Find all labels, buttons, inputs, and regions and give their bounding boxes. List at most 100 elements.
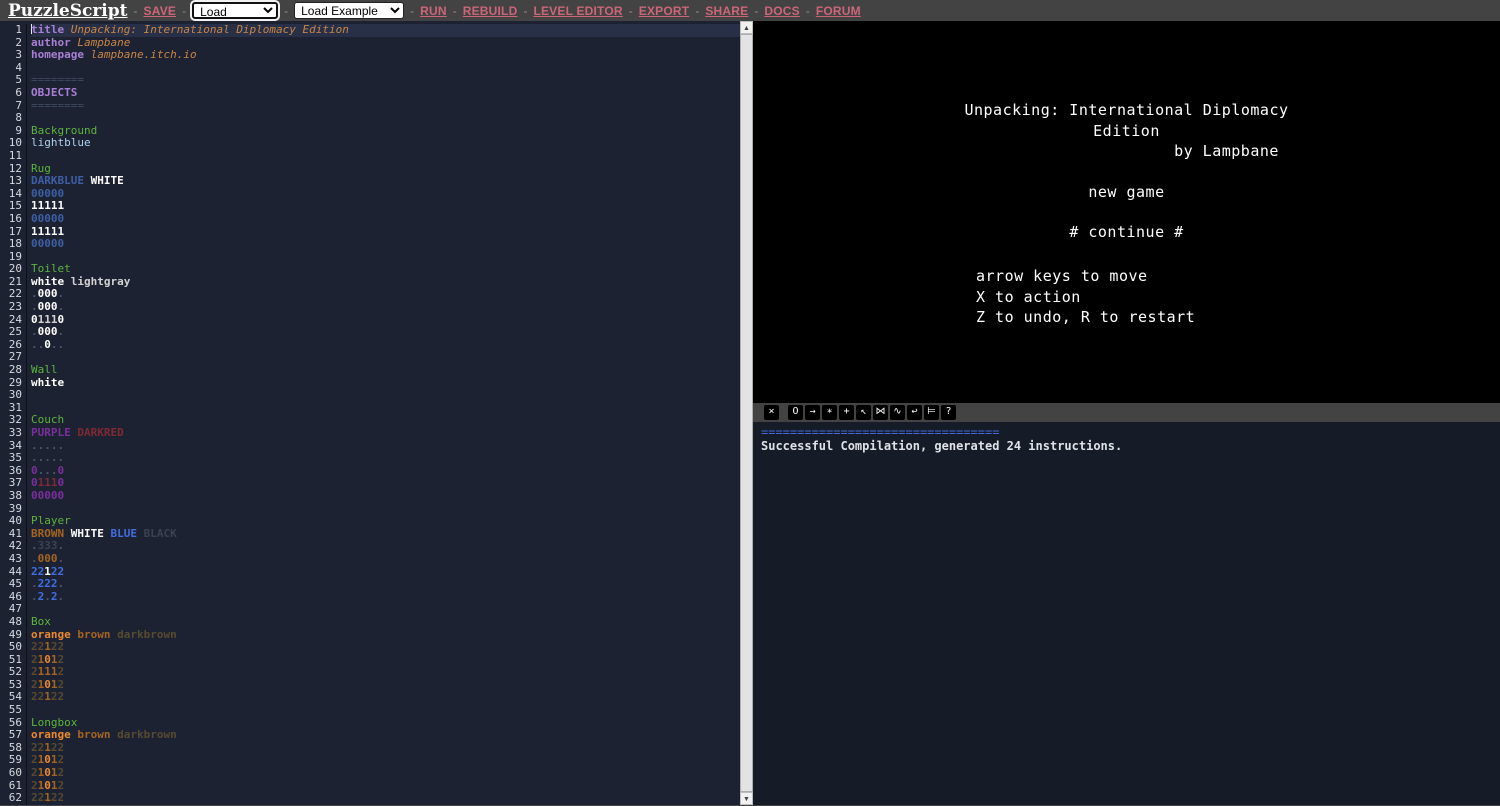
separator-dash: - — [629, 4, 633, 18]
code-line[interactable]: 00000 — [31, 490, 740, 503]
scroll-down-arrow-icon[interactable]: ▼ — [740, 792, 753, 805]
arrow-right-icon[interactable]: → — [805, 405, 820, 420]
code-line[interactable]: ..... — [31, 440, 740, 453]
code-line[interactable]: orange brown darkbrown — [31, 629, 740, 642]
code-line[interactable]: 21012 — [31, 754, 740, 767]
code-line[interactable] — [31, 351, 740, 364]
restart-icon[interactable]: ⊨ — [924, 405, 939, 420]
code-line[interactable]: white — [31, 377, 740, 390]
code-line[interactable]: 11111 — [31, 226, 740, 239]
code-line[interactable]: homepage lampbane.itch.io — [31, 49, 740, 62]
load-example-select[interactable]: Load Example — [294, 2, 404, 19]
code-line[interactable]: Couch — [31, 414, 740, 427]
menu-item-continue: # continue # — [753, 224, 1500, 240]
code-line[interactable] — [31, 704, 740, 717]
code-line[interactable]: Toilet — [31, 263, 740, 276]
scroll-up-arrow-icon[interactable]: ▲ — [740, 21, 753, 34]
code-line[interactable]: 22122 — [31, 792, 740, 805]
code-line[interactable]: 11111 — [31, 200, 740, 213]
save-button[interactable]: SAVE — [144, 4, 177, 18]
code-line[interactable]: 01110 — [31, 314, 740, 327]
code-line[interactable] — [31, 251, 740, 264]
undo-icon[interactable]: ↩ — [907, 405, 922, 420]
code-line[interactable]: 0...0 — [31, 465, 740, 478]
code-line[interactable]: .333. — [31, 540, 740, 553]
code-line[interactable]: orange brown darkbrown — [31, 729, 740, 742]
code-line[interactable]: Wall — [31, 364, 740, 377]
toolbar-link-rebuild[interactable]: REBUILD — [463, 4, 518, 18]
toolbar-link-export[interactable]: EXPORT — [639, 4, 690, 18]
code-line[interactable]: ======== — [31, 100, 740, 113]
code-line[interactable]: Background — [31, 125, 740, 138]
toolbar-link-docs[interactable]: DOCS — [764, 4, 799, 18]
toolbar-link-forum[interactable]: FORUM — [816, 4, 861, 18]
code-line[interactable]: 00000 — [31, 188, 740, 201]
code-line[interactable]: .222. — [31, 578, 740, 591]
code-line[interactable] — [31, 603, 740, 616]
puzzlescript-logo[interactable]: PuzzleScript — [8, 1, 128, 21]
code-line[interactable]: DARKBLUE WHITE — [31, 175, 740, 188]
code-line[interactable]: OBJECTS — [31, 87, 740, 100]
code-line[interactable]: 21012 — [31, 679, 740, 692]
code-line[interactable]: 00000 — [31, 213, 740, 226]
code-line[interactable]: 21012 — [31, 780, 740, 793]
help-icon[interactable]: ? — [941, 405, 956, 420]
code-line[interactable]: ======== — [31, 74, 740, 87]
code-line[interactable]: ..0.. — [31, 339, 740, 352]
line-number: 25 — [0, 326, 22, 339]
code-line[interactable] — [31, 150, 740, 163]
code-line[interactable]: PURPLE DARKRED — [31, 427, 740, 440]
help-line-move: arrow keys to move — [976, 266, 1195, 287]
code-line[interactable]: 22122 — [31, 641, 740, 654]
code-line[interactable]: 22122 — [31, 566, 740, 579]
code-line[interactable] — [31, 503, 740, 516]
code-line[interactable]: .000. — [31, 301, 740, 314]
code-line[interactable] — [31, 402, 740, 415]
code-line[interactable]: ..... — [31, 452, 740, 465]
code-line[interactable]: 21012 — [31, 767, 740, 780]
line-number: 40 — [0, 515, 22, 528]
code-line[interactable]: 21112 — [31, 666, 740, 679]
toolbar-link-share[interactable]: SHARE — [705, 4, 748, 18]
load-select[interactable]: Load — [192, 2, 278, 19]
wave-icon[interactable]: ∿ — [890, 405, 905, 420]
code-line[interactable]: .000. — [31, 326, 740, 339]
console-divider: ================================= — [761, 426, 1492, 439]
code-line[interactable]: Rug — [31, 163, 740, 176]
pointer-icon[interactable]: ↖ — [856, 405, 871, 420]
code-editor[interactable]: 1234567891011121314151617181920212223242… — [0, 21, 740, 805]
circle-icon[interactable]: O — [788, 405, 803, 420]
game-help-text: arrow keys to move X to action Z to undo… — [976, 266, 1195, 328]
code-line[interactable]: 00000 — [31, 238, 740, 251]
code-line[interactable]: .000. — [31, 288, 740, 301]
editor-scrollbar[interactable]: ▲ ▼ — [740, 21, 753, 805]
plus-icon[interactable]: + — [839, 405, 854, 420]
line-number: 6 — [0, 87, 22, 100]
code-line[interactable]: 01110 — [31, 477, 740, 490]
line-number: 45 — [0, 578, 22, 591]
code-line[interactable]: 21012 — [31, 654, 740, 667]
code-line[interactable] — [31, 112, 740, 125]
code-line[interactable]: title Unpacking: International Diplomacy… — [31, 24, 740, 37]
code-line[interactable]: 22122 — [31, 742, 740, 755]
line-number: 30 — [0, 389, 22, 402]
code-lines[interactable]: title Unpacking: International Diplomacy… — [27, 24, 740, 805]
code-line[interactable] — [31, 62, 740, 75]
asterisk-icon[interactable]: ∗ — [822, 405, 837, 420]
code-line[interactable]: .000. — [31, 553, 740, 566]
toolbar-link-run[interactable]: RUN — [420, 4, 447, 18]
game-canvas[interactable]: Unpacking: International Diplomacy Editi… — [753, 21, 1500, 403]
resize-icon[interactable]: ⋈ — [873, 405, 888, 420]
close-icon[interactable]: × — [764, 405, 779, 420]
console-output: ================================= Succes… — [753, 422, 1500, 805]
separator-dash: - — [806, 4, 810, 18]
code-line[interactable]: BROWN WHITE BLUE BLACK — [31, 528, 740, 541]
separator-dash: - — [410, 4, 414, 18]
code-line[interactable] — [31, 389, 740, 402]
code-line[interactable]: 22122 — [31, 691, 740, 704]
code-line[interactable]: lightblue — [31, 137, 740, 150]
toolbar-link-level-editor[interactable]: LEVEL EDITOR — [533, 4, 622, 18]
code-line[interactable]: .2.2. — [31, 591, 740, 604]
code-line[interactable]: white lightgray — [31, 276, 740, 289]
scrollbar-thumb[interactable] — [740, 34, 753, 792]
